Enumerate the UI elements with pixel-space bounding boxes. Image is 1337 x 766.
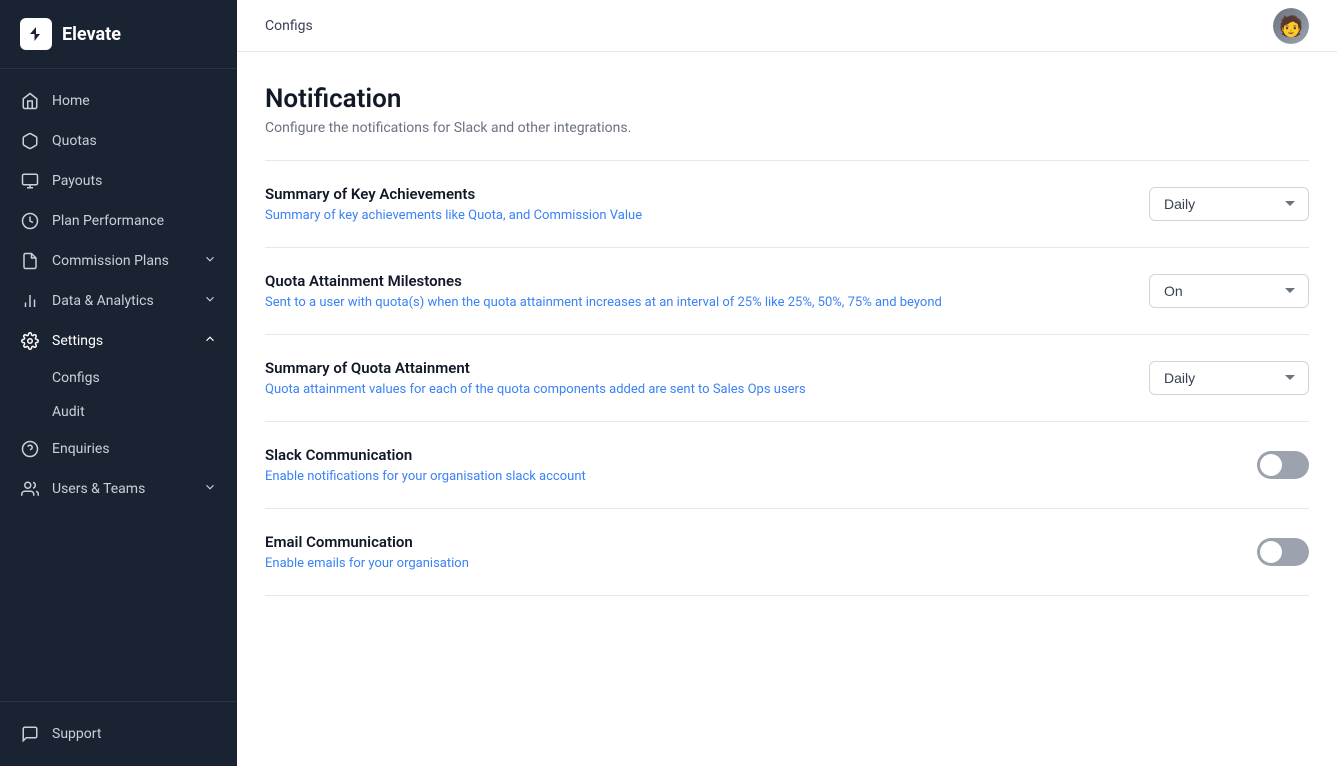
setting-row-summary-key-achievements: Summary of Key Achievements Summary of k… bbox=[265, 161, 1309, 248]
setting-info-quota-attainment-milestones: Quota Attainment Milestones Sent to a us… bbox=[265, 272, 1065, 310]
setting-info-slack-communication: Slack Communication Enable notifications… bbox=[265, 446, 1065, 484]
setting-row-email-communication: Email Communication Enable emails for yo… bbox=[265, 509, 1309, 596]
setting-title-summary-key-achievements: Summary of Key Achievements bbox=[265, 185, 1065, 203]
settings-sub-nav: Configs Audit bbox=[0, 361, 237, 429]
chevron-up-icon bbox=[203, 332, 217, 350]
setting-title-slack-communication: Slack Communication bbox=[265, 446, 1065, 464]
setting-control-summary-key-achievements[interactable]: Daily Weekly Monthly Off bbox=[1149, 187, 1309, 221]
sidebar-item-payouts[interactable]: Payouts bbox=[0, 161, 237, 201]
setting-info-summary-quota-attainment: Summary of Quota Attainment Quota attain… bbox=[265, 359, 1065, 397]
setting-desc-email-communication: Enable emails for your organisation bbox=[265, 556, 1065, 571]
sidebar-bottom: Support bbox=[0, 701, 237, 766]
setting-control-quota-attainment-milestones[interactable]: On Off bbox=[1149, 274, 1309, 308]
sidebar-item-plan-performance-label: Plan Performance bbox=[52, 213, 164, 229]
setting-desc-quota-attainment-milestones: Sent to a user with quota(s) when the qu… bbox=[265, 295, 1065, 310]
sidebar-item-settings[interactable]: Settings bbox=[0, 321, 237, 361]
support-icon bbox=[20, 724, 40, 744]
setting-title-summary-quota-attainment: Summary of Quota Attainment bbox=[265, 359, 1065, 377]
setting-desc-summary-quota-attainment: Quota attainment values for each of the … bbox=[265, 382, 1065, 397]
dropdown-summary-key-achievements[interactable]: Daily Weekly Monthly Off bbox=[1149, 187, 1309, 221]
sidebar-item-support[interactable]: Support bbox=[0, 714, 237, 754]
sidebar-item-users-teams-label: Users & Teams bbox=[52, 481, 145, 497]
toggle-slack-slider bbox=[1257, 451, 1309, 479]
sidebar-item-quotas[interactable]: Quotas bbox=[0, 121, 237, 161]
sidebar-logo: Elevate bbox=[0, 0, 237, 69]
content-area: Notification Configure the notifications… bbox=[237, 52, 1337, 766]
sidebar-item-data-analytics[interactable]: Data & Analytics bbox=[0, 281, 237, 321]
quotas-icon bbox=[20, 131, 40, 151]
sidebar-item-support-label: Support bbox=[52, 726, 101, 742]
sidebar-item-plan-performance[interactable]: Plan Performance bbox=[0, 201, 237, 241]
chevron-down-icon bbox=[203, 480, 217, 498]
setting-info-summary-key-achievements: Summary of Key Achievements Summary of k… bbox=[265, 185, 1065, 223]
setting-title-quota-attainment-milestones: Quota Attainment Milestones bbox=[265, 272, 1065, 290]
enquiries-icon bbox=[20, 439, 40, 459]
setting-title-email-communication: Email Communication bbox=[265, 533, 1065, 551]
toggle-slack-communication[interactable] bbox=[1257, 451, 1309, 479]
setting-control-email-communication[interactable] bbox=[1257, 538, 1309, 566]
main-content: Configs 🧑 Notification Configure the not… bbox=[237, 0, 1337, 766]
setting-row-quota-attainment-milestones: Quota Attainment Milestones Sent to a us… bbox=[265, 248, 1309, 335]
sidebar-item-home[interactable]: Home bbox=[0, 81, 237, 121]
sidebar-item-enquiries[interactable]: Enquiries bbox=[0, 429, 237, 469]
topbar: Configs 🧑 bbox=[237, 0, 1337, 52]
users-teams-icon bbox=[20, 479, 40, 499]
avatar[interactable]: 🧑 bbox=[1273, 8, 1309, 44]
dropdown-summary-quota-attainment[interactable]: Daily Weekly Monthly Off bbox=[1149, 361, 1309, 395]
sidebar-item-enquiries-label: Enquiries bbox=[52, 441, 110, 457]
data-analytics-icon bbox=[20, 291, 40, 311]
setting-info-email-communication: Email Communication Enable emails for yo… bbox=[265, 533, 1065, 571]
sidebar-item-home-label: Home bbox=[52, 93, 90, 109]
page-subtitle: Configure the notifications for Slack an… bbox=[265, 120, 1309, 136]
setting-control-summary-quota-attainment[interactable]: Daily Weekly Monthly Off bbox=[1149, 361, 1309, 395]
sidebar-item-users-teams[interactable]: Users & Teams bbox=[0, 469, 237, 509]
toggle-email-communication[interactable] bbox=[1257, 538, 1309, 566]
sidebar-item-commission-plans[interactable]: Commission Plans bbox=[0, 241, 237, 281]
sidebar-nav: Home Quotas Payouts Plan Performance bbox=[0, 69, 237, 701]
setting-desc-summary-key-achievements: Summary of key achievements like Quota, … bbox=[265, 208, 1065, 223]
setting-control-slack-communication[interactable] bbox=[1257, 451, 1309, 479]
app-logo-icon bbox=[20, 18, 52, 50]
sidebar-item-commission-plans-label: Commission Plans bbox=[52, 253, 169, 269]
sidebar-item-audit[interactable]: Audit bbox=[0, 395, 237, 429]
settings-icon bbox=[20, 331, 40, 351]
chevron-down-icon bbox=[203, 252, 217, 270]
payouts-icon bbox=[20, 171, 40, 191]
sidebar-item-audit-label: Audit bbox=[52, 404, 85, 420]
chevron-down-icon bbox=[203, 292, 217, 310]
toggle-email-slider bbox=[1257, 538, 1309, 566]
setting-row-summary-quota-attainment: Summary of Quota Attainment Quota attain… bbox=[265, 335, 1309, 422]
avatar-image: 🧑 bbox=[1273, 8, 1309, 44]
commission-plans-icon bbox=[20, 251, 40, 271]
page-title: Notification bbox=[265, 84, 1309, 114]
setting-row-slack-communication: Slack Communication Enable notifications… bbox=[265, 422, 1309, 509]
setting-desc-slack-communication: Enable notifications for your organisati… bbox=[265, 469, 1065, 484]
breadcrumb: Configs bbox=[265, 18, 313, 34]
plan-performance-icon bbox=[20, 211, 40, 231]
home-icon bbox=[20, 91, 40, 111]
sidebar: Elevate Home Quotas Payouts bbox=[0, 0, 237, 766]
sidebar-item-quotas-label: Quotas bbox=[52, 133, 97, 149]
sidebar-item-configs[interactable]: Configs bbox=[0, 361, 237, 395]
dropdown-quota-attainment-milestones[interactable]: On Off bbox=[1149, 274, 1309, 308]
sidebar-item-configs-label: Configs bbox=[52, 370, 100, 386]
sidebar-item-data-analytics-label: Data & Analytics bbox=[52, 293, 154, 309]
sidebar-item-settings-label: Settings bbox=[52, 333, 103, 349]
sidebar-item-payouts-label: Payouts bbox=[52, 173, 102, 189]
app-name: Elevate bbox=[62, 24, 121, 45]
